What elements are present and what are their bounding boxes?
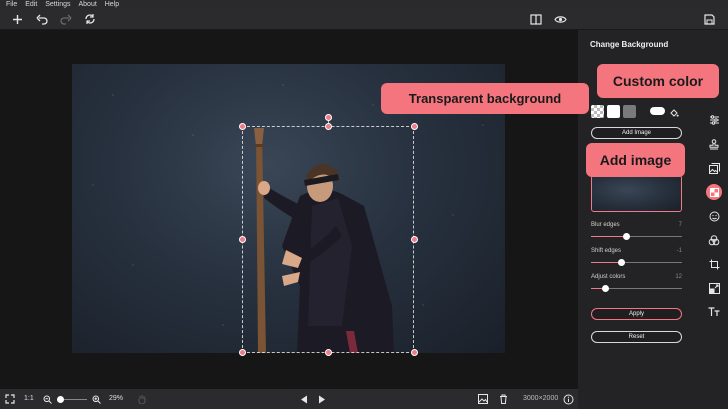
image-replace-icon[interactable] (706, 160, 722, 176)
resize-handle-t[interactable] (325, 123, 332, 130)
face-icon[interactable] (706, 208, 722, 224)
menu-file[interactable]: File (6, 0, 17, 9)
resize-handle-tr[interactable] (411, 123, 418, 130)
callout-add-image: Add image (586, 143, 685, 177)
menu-bar: File Edit Settings About Help (0, 0, 728, 9)
adjust-sliders-icon[interactable] (706, 112, 722, 128)
add-image-button[interactable]: Add Image (591, 127, 682, 139)
resize-icon[interactable] (706, 280, 722, 296)
compare-icon[interactable] (529, 12, 543, 26)
adjust-colors-knob[interactable] (601, 285, 609, 292)
rotate-handle[interactable] (325, 114, 332, 121)
adjust-colors-slider[interactable] (591, 285, 682, 292)
undo-icon[interactable] (35, 12, 49, 26)
apply-button[interactable]: Apply (591, 308, 682, 320)
resize-handle-b[interactable] (325, 349, 332, 356)
zoom-slider[interactable] (57, 389, 87, 409)
redo-icon[interactable] (59, 12, 73, 26)
color-filters-icon[interactable] (706, 232, 722, 248)
paint-bucket-icon[interactable] (669, 105, 679, 123)
reset-icon[interactable] (83, 12, 97, 26)
menu-about[interactable]: About (79, 0, 97, 9)
resize-handle-l[interactable] (239, 236, 246, 243)
selection-box[interactable] (242, 126, 414, 353)
eye-icon[interactable] (553, 12, 567, 26)
blur-edges-slider[interactable] (591, 233, 682, 240)
adjust-colors-label: Adjust colors (591, 274, 626, 280)
hand-icon[interactable] (138, 389, 146, 409)
shift-edges-slider[interactable] (591, 259, 682, 266)
shift-edges-value: -1 (676, 248, 682, 254)
image-dimensions: 3000×2000 (523, 395, 559, 402)
custom-color-toggle[interactable] (650, 107, 665, 115)
stamp-icon[interactable] (706, 136, 722, 152)
white-swatch[interactable] (607, 105, 620, 118)
resize-handle-r[interactable] (411, 236, 418, 243)
callout-transparent-background: Transparent background (381, 83, 589, 114)
shift-edges-fill (591, 262, 622, 263)
save-icon[interactable] (702, 12, 716, 26)
menu-settings[interactable]: Settings (45, 0, 70, 9)
blur-edges-knob[interactable] (622, 233, 630, 240)
zoom-out-icon[interactable] (43, 389, 52, 409)
prev-arrow-icon[interactable] (300, 389, 308, 409)
gray-swatch[interactable] (623, 105, 636, 118)
bottom-bar: 1:1 29% 3000×2000 (0, 389, 578, 409)
next-arrow-icon[interactable] (318, 389, 326, 409)
ratio-button[interactable]: 1:1 (24, 389, 34, 409)
background-preview[interactable] (591, 175, 682, 212)
blur-edges-value: 7 (678, 222, 682, 228)
blur-edges-fill (591, 236, 626, 237)
shift-edges-knob[interactable] (618, 259, 626, 266)
change-background-tool-icon[interactable] (706, 184, 722, 200)
top-toolbar (0, 9, 728, 30)
transparent-swatch[interactable] (591, 105, 604, 118)
panel-title: Change Background (590, 40, 669, 49)
resize-handle-bl[interactable] (239, 349, 246, 356)
reset-button[interactable]: Reset (591, 331, 682, 343)
shift-edges-label: Shift edges (591, 248, 622, 254)
zoom-in-icon[interactable] (92, 389, 101, 409)
menu-edit[interactable]: Edit (25, 0, 37, 9)
image-icon[interactable] (478, 389, 488, 409)
menu-help[interactable]: Help (105, 0, 119, 9)
callout-custom-color: Custom color (597, 64, 719, 98)
crop-icon[interactable] (706, 256, 722, 272)
fit-screen-icon[interactable] (5, 389, 15, 409)
blur-edges-label: Blur edges (591, 222, 620, 228)
plus-icon[interactable] (10, 12, 24, 26)
adjust-colors-value: 12 (675, 274, 682, 280)
text-tool-icon[interactable] (706, 304, 722, 320)
trash-icon[interactable] (499, 389, 508, 409)
zoom-level: 29% (109, 395, 124, 402)
resize-handle-br[interactable] (411, 349, 418, 356)
resize-handle-tl[interactable] (239, 123, 246, 130)
info-icon[interactable] (563, 389, 574, 409)
